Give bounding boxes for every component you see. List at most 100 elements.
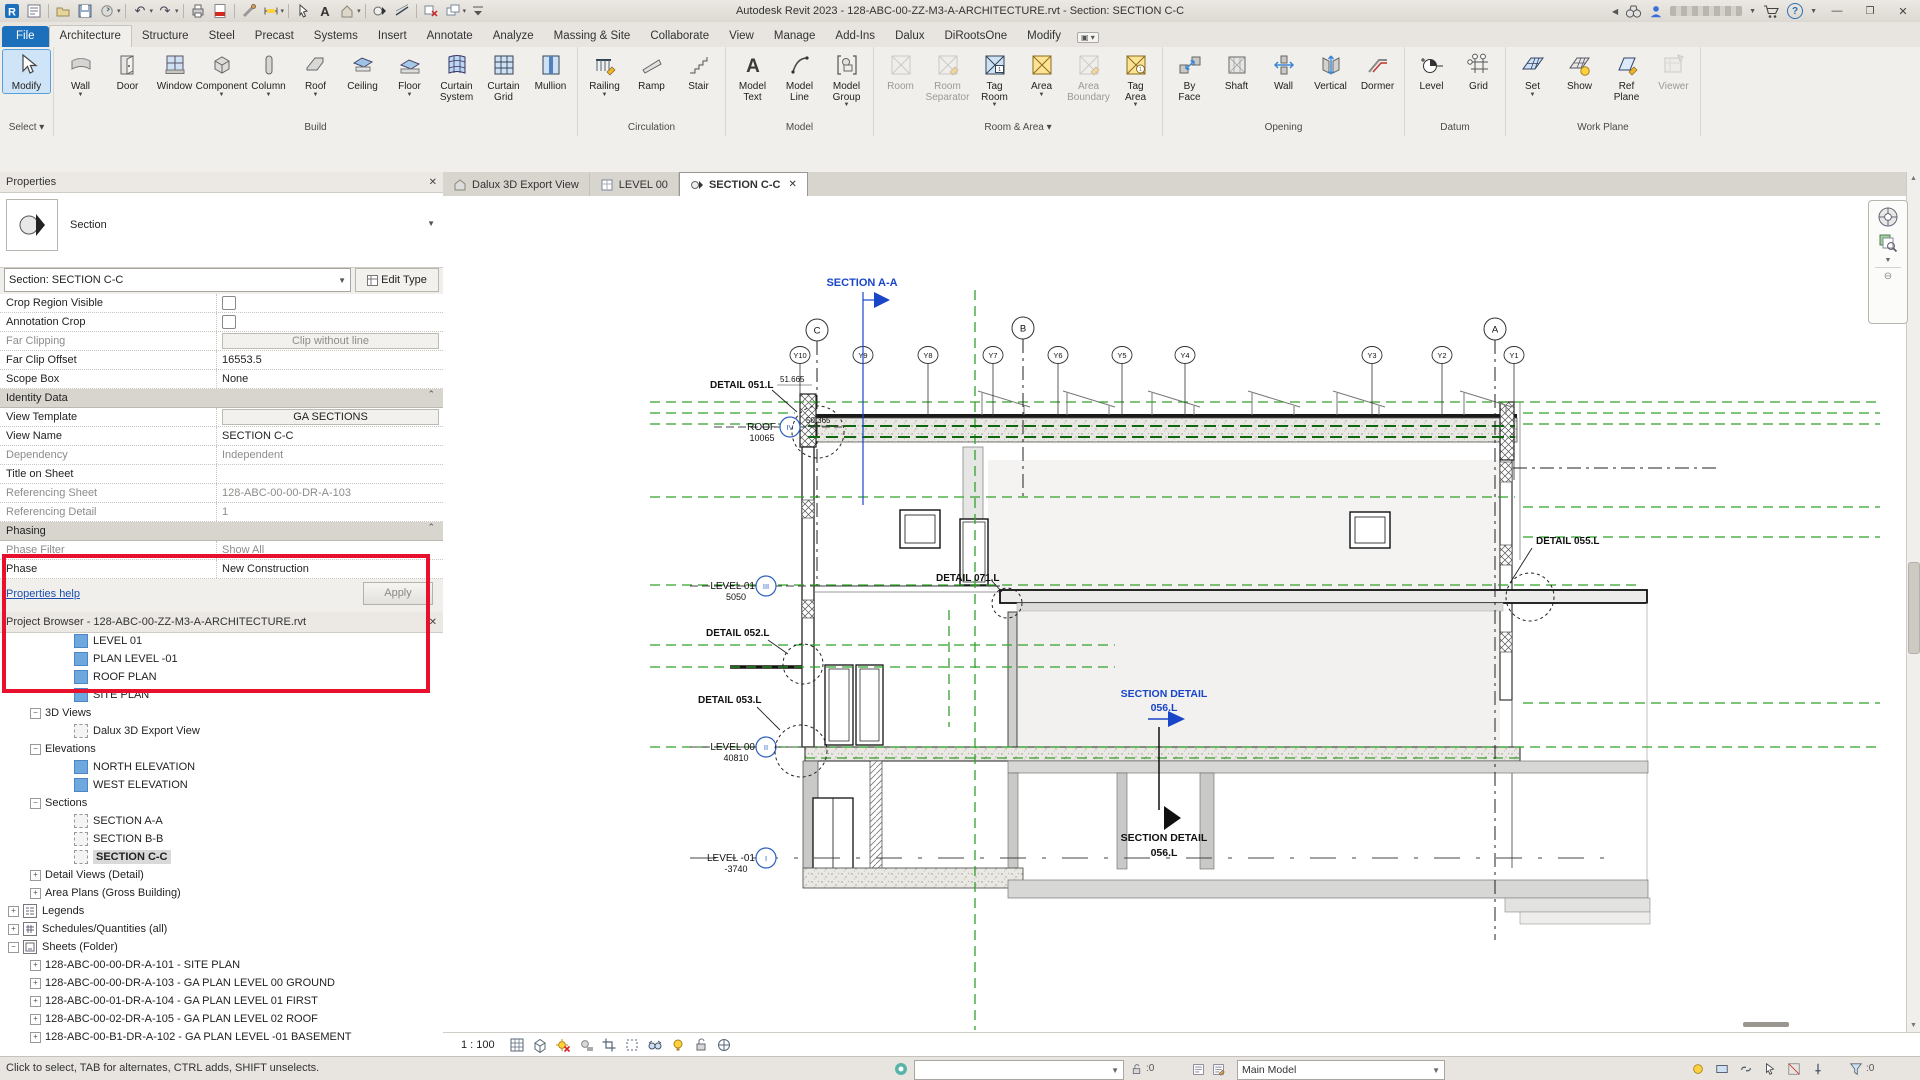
shaft-button[interactable]: Shaft [1213, 50, 1260, 93]
tree-item-128-abc-00-00-dr-a-103-ga-plan-level-00-[interactable]: +128-ABC-00-00-DR-A-103 - GA PLAN LEVEL … [0, 974, 443, 992]
ribbon-tab-dalux[interactable]: Dalux [885, 26, 934, 47]
drawing-area[interactable]: CBAY10Y9Y8Y7Y6Y5Y4Y3Y2Y1SECTION A-AROOFI… [443, 196, 1907, 1032]
scroll-up-icon[interactable]: ▲ [1907, 172, 1920, 185]
pin-icon[interactable] [1810, 1061, 1826, 1077]
ribbon-tab-add-ins[interactable]: Add-Ins [825, 26, 885, 47]
expand-icon[interactable]: + [30, 1032, 41, 1043]
expand-icon[interactable]: + [30, 888, 41, 899]
edit-type-button[interactable]: Edit Type [355, 268, 439, 292]
ribbon-display-toggle-icon[interactable]: ▣ ▾ [1077, 32, 1099, 43]
shadows-icon[interactable] [577, 1036, 595, 1054]
press-drag-icon[interactable] [1762, 1061, 1778, 1077]
workset-select[interactable]: ▼ [914, 1060, 1124, 1080]
ribbon-tab-manage[interactable]: Manage [764, 26, 826, 47]
expand-icon[interactable]: + [8, 906, 19, 917]
dropdown-icon[interactable]: ▾ [150, 7, 154, 15]
tree-item-128-abc-00-b1-dr-a-102-ga-plan-level-01-[interactable]: +128-ABC-00-B1-DR-A-102 - GA PLAN LEVEL … [0, 1028, 443, 1046]
roof-button[interactable]: Roof▼ [292, 50, 339, 98]
dormer-button[interactable]: Dormer [1354, 50, 1401, 93]
collapse-icon[interactable]: − [8, 942, 19, 953]
navigation-bar[interactable]: ▼ ⊖ [1868, 200, 1908, 324]
tree-item-area-plans-gross-building-[interactable]: +Area Plans (Gross Building) [0, 884, 443, 902]
worksharing-display-icon[interactable] [715, 1036, 733, 1054]
revit-logo-icon[interactable]: R [2, 2, 22, 20]
dimension-icon[interactable] [261, 2, 281, 20]
tree-item-roof-plan[interactable]: ROOF PLAN [0, 668, 443, 686]
ramp-button[interactable]: Ramp [628, 50, 675, 93]
show-button[interactable]: Show [1556, 50, 1603, 93]
tree-item-site-plan[interactable]: SITE PLAN [0, 686, 443, 704]
tree-item-dalux-3d-export-view[interactable]: Dalux 3D Export View [0, 722, 443, 740]
ribbon-tab-insert[interactable]: Insert [368, 26, 417, 47]
tree-item-legends[interactable]: +Legends [0, 902, 443, 920]
ref-plane-button[interactable]: Ref Plane [1603, 50, 1650, 103]
ribbon-tab-dirootsone[interactable]: DiRootsOne [934, 26, 1017, 47]
editable-only-icon[interactable] [1690, 1061, 1706, 1077]
section-mark-icon[interactable] [370, 2, 390, 20]
design-options-select[interactable]: Main Model▼ [1237, 1060, 1445, 1080]
minimize-button[interactable]: — [1824, 2, 1850, 20]
cart-icon[interactable] [1763, 4, 1780, 19]
redo-icon[interactable]: ↷ [155, 2, 175, 20]
tree-item-elevations[interactable]: −Elevations [0, 740, 443, 758]
chevron-down-icon[interactable]: ▼ [1885, 257, 1892, 264]
chevron-down-icon[interactable]: ▼ [427, 219, 435, 228]
collapse-icon[interactable]: − [30, 798, 41, 809]
tree-item-128-abc-00-02-dr-a-105-ga-plan-level-02-[interactable]: +128-ABC-00-02-DR-A-105 - GA PLAN LEVEL … [0, 1010, 443, 1028]
design-options-doc-icon[interactable] [1190, 1061, 1206, 1077]
expand-icon[interactable]: + [8, 924, 19, 935]
text-a-icon[interactable]: A [315, 2, 335, 20]
tree-item-west-elevation[interactable]: WEST ELEVATION [0, 776, 443, 794]
tree-item-section-c-c[interactable]: SECTION C-C [0, 848, 443, 866]
model-line-button[interactable]: Model Line [776, 50, 823, 103]
property-group-phasing[interactable]: Phasing⌃ [0, 522, 443, 541]
unlocked-view-icon[interactable] [692, 1036, 710, 1054]
measure-icon[interactable] [239, 2, 259, 20]
ribbon-tab-structure[interactable]: Structure [132, 26, 199, 47]
ribbon-tab-systems[interactable]: Systems [304, 26, 368, 47]
worksets-icon[interactable] [1714, 1061, 1730, 1077]
filter-icon[interactable] [1848, 1061, 1864, 1077]
customize-qat-icon[interactable] [468, 2, 488, 20]
collapse-icon[interactable]: − [30, 708, 41, 719]
undo-icon[interactable]: ↶ [130, 2, 150, 20]
area-button[interactable]: Area▼ [1018, 50, 1065, 98]
ribbon-tab-modify[interactable]: Modify [1017, 26, 1071, 47]
ceiling-button[interactable]: Ceiling [339, 50, 386, 93]
view-tab-level-00[interactable]: LEVEL 00 [590, 173, 679, 196]
reveal-hidden-icon[interactable] [669, 1036, 687, 1054]
dropdown-icon[interactable]: ▾ [281, 7, 285, 15]
dropdown-icon[interactable]: ▼ [1810, 8, 1817, 15]
dropdown-icon[interactable]: ▾ [117, 7, 121, 15]
close-icon[interactable]: ✕ [429, 617, 437, 628]
wall-button[interactable]: Wall▼ [57, 50, 104, 98]
vertical-button[interactable]: Vertical [1307, 50, 1354, 93]
model-group-button[interactable]: Model Group▼ [823, 50, 870, 108]
minimize-navbar-icon[interactable]: ⊖ [1884, 271, 1892, 282]
tag-area-button[interactable]: 1Tag Area▼ [1112, 50, 1159, 108]
checkbox[interactable] [222, 296, 236, 310]
tree-item-detail-views-detail-[interactable]: +Detail Views (Detail) [0, 866, 443, 884]
vertical-scrollbar[interactable]: ▲ ▼ [1906, 172, 1920, 1032]
ribbon-tab-collaborate[interactable]: Collaborate [640, 26, 719, 47]
by-face-button[interactable]: By Face [1166, 50, 1213, 103]
active-workset-icon[interactable] [893, 1061, 909, 1077]
expand-icon[interactable]: + [30, 978, 41, 989]
switch-windows-icon[interactable] [443, 2, 463, 20]
tree-item-schedules-quantities-all-[interactable]: +Schedules/Quantities (all) [0, 920, 443, 938]
home-3d-icon[interactable] [337, 2, 357, 20]
collapse-icon[interactable]: − [30, 744, 41, 755]
component-button[interactable]: Component▼ [198, 50, 245, 98]
user-avatar-icon[interactable] [1649, 4, 1663, 19]
dropdown-icon[interactable]: ▾ [175, 7, 179, 15]
properties-doc-icon[interactable] [24, 2, 44, 20]
expand-icon[interactable]: + [30, 996, 41, 1007]
close-view-icon[interactable]: ✕ [788, 179, 796, 190]
checkbox[interactable] [222, 315, 236, 329]
curtain-grid-button[interactable]: Curtain Grid [480, 50, 527, 103]
tree-item-plan-level-01[interactable]: PLAN LEVEL -01 [0, 650, 443, 668]
railing-button[interactable]: Railing▼ [581, 50, 628, 98]
search-binoculars-icon[interactable] [1625, 4, 1642, 19]
sun-path-icon[interactable] [554, 1036, 572, 1054]
close-button[interactable]: ✕ [1890, 2, 1916, 20]
